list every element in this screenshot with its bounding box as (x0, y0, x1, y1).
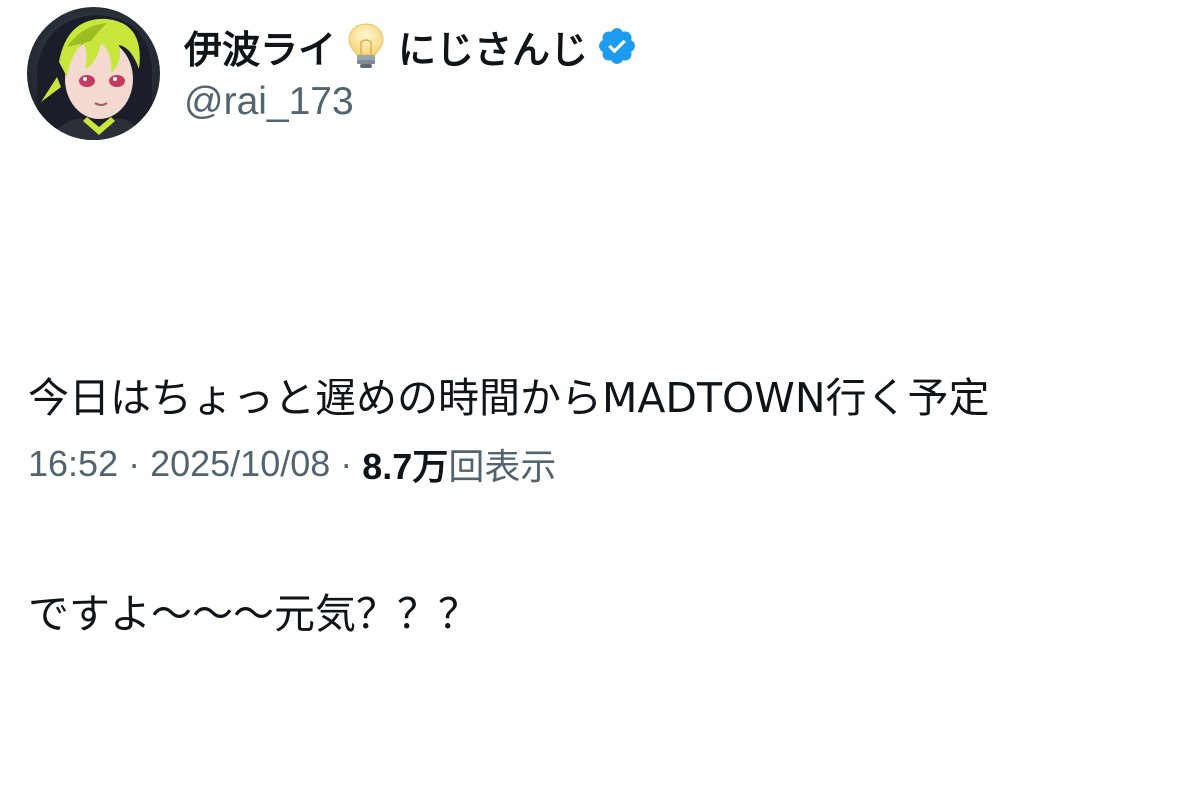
tweet-text: 今日はちょっと遅めの時間からMADTOWN行く予定 ですよ〜〜〜元気？？？ (28, 218, 1163, 794)
tweet-meta: 16:52 · 2025/10/08 · 8.7万 回表示 (28, 438, 556, 490)
views-count[interactable]: 8.7万 (362, 438, 448, 490)
author-info: 伊波ライ にじさんじ @rai_173 (184, 18, 638, 124)
affiliation-name[interactable]: にじさんじ (398, 19, 588, 74)
display-name[interactable]: 伊波ライ (184, 19, 336, 74)
name-row: 伊波ライ にじさんじ (184, 18, 638, 74)
lightbulb-icon (346, 22, 386, 70)
verified-badge-icon[interactable] (596, 25, 638, 67)
tweet-date[interactable]: 2025/10/08 (150, 443, 330, 485)
author-handle[interactable]: @rai_173 (184, 80, 638, 124)
tweet-text-line: 今日はちょっと遅めの時間からMADTOWN行く予定 (28, 374, 990, 422)
tweet-time[interactable]: 16:52 (28, 443, 118, 485)
meta-separator: · (340, 443, 353, 484)
tweet-text-line: ですよ〜〜〜元気？？？ (28, 590, 479, 638)
tweet-card: 伊波ライ にじさんじ @rai_173 今日はちょっと遅めの時間からMADTOW… (0, 0, 1179, 638)
meta-separator: · (128, 443, 141, 484)
avatar[interactable] (27, 7, 160, 140)
views-label: 回表示 (448, 446, 557, 487)
